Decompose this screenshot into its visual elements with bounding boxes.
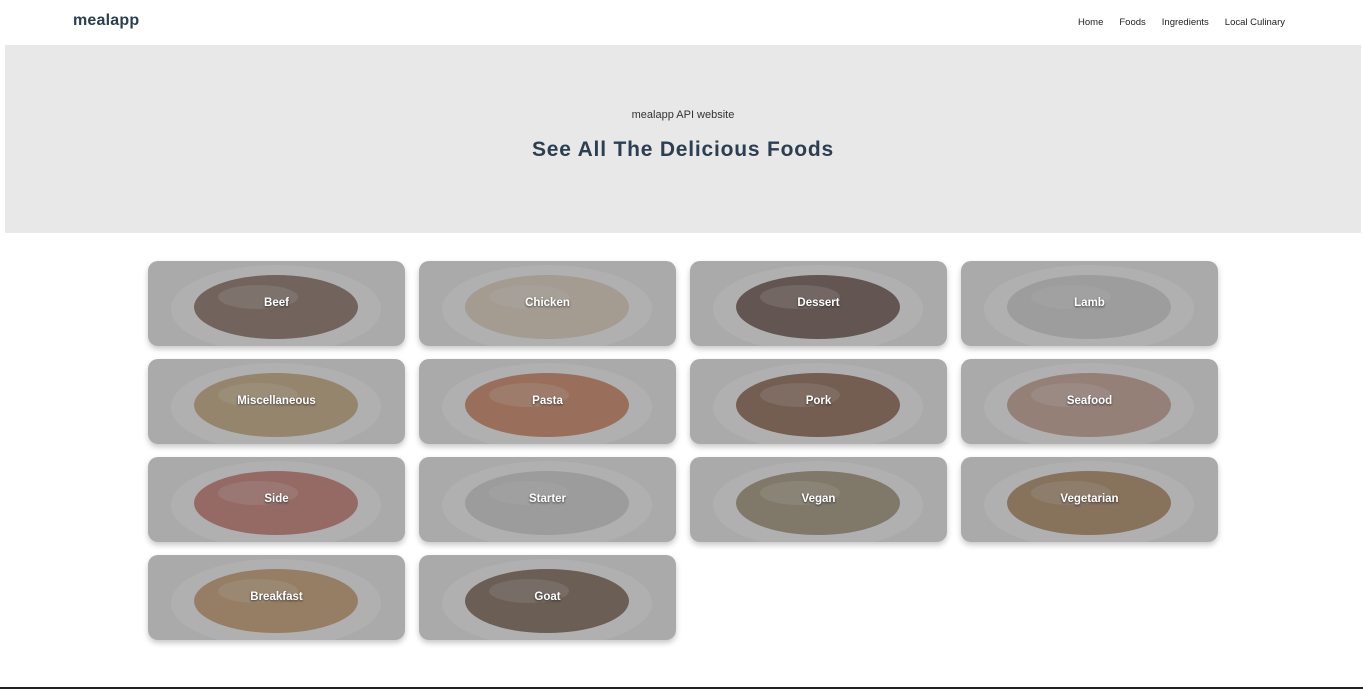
category-card-dessert[interactable]: Dessert: [690, 261, 947, 346]
category-card-pork[interactable]: Pork: [690, 359, 947, 444]
category-label: Side: [264, 493, 289, 505]
navbar: mealapp Home Foods Ingredients Local Cul…: [0, 0, 1363, 45]
category-label: Breakfast: [250, 591, 303, 603]
category-label: Goat: [534, 591, 561, 603]
category-card-miscellaneous[interactable]: Miscellaneous: [148, 359, 405, 444]
hero-subtitle: mealapp API website: [631, 109, 735, 121]
category-label: Chicken: [525, 297, 570, 309]
nav-link-foods[interactable]: Foods: [1119, 17, 1145, 28]
category-card-pasta[interactable]: Pasta: [419, 359, 676, 444]
category-card-chicken[interactable]: Chicken: [419, 261, 676, 346]
category-label: Seafood: [1066, 395, 1113, 407]
category-label: Beef: [264, 297, 289, 309]
nav-link-home[interactable]: Home: [1078, 17, 1103, 28]
category-card-goat[interactable]: Goat: [419, 555, 676, 640]
category-label: Vegetarian: [1060, 493, 1119, 505]
category-grid: Beef Chicken Dessert Lamb Miscellaneous Pasta…: [148, 261, 1218, 640]
category-card-side[interactable]: Side: [148, 457, 405, 542]
category-label: Lamb: [1074, 297, 1105, 309]
category-label: Miscellaneous: [237, 395, 316, 407]
category-card-seafood[interactable]: Seafood: [961, 359, 1218, 444]
hero-title: See All The Delicious Foods: [531, 138, 835, 161]
category-card-breakfast[interactable]: Breakfast: [148, 555, 405, 640]
brand-logo[interactable]: mealapp: [73, 12, 139, 30]
nav-links: Home Foods Ingredients Local Culinary: [1078, 17, 1285, 28]
category-label: Dessert: [797, 297, 840, 309]
hero-banner: mealapp API website See All The Deliciou…: [5, 45, 1361, 233]
category-card-starter[interactable]: Starter: [419, 457, 676, 542]
category-card-lamb[interactable]: Lamb: [961, 261, 1218, 346]
category-label: Pork: [805, 395, 832, 407]
nav-link-local-culinary[interactable]: Local Culinary: [1225, 17, 1285, 28]
category-card-beef[interactable]: Beef: [148, 261, 405, 346]
category-card-vegan[interactable]: Vegan: [690, 457, 947, 542]
category-label: Vegan: [801, 493, 836, 505]
category-label: Starter: [528, 493, 567, 505]
nav-link-ingredients[interactable]: Ingredients: [1162, 17, 1209, 28]
category-card-vegetarian[interactable]: Vegetarian: [961, 457, 1218, 542]
category-label: Pasta: [532, 395, 563, 407]
